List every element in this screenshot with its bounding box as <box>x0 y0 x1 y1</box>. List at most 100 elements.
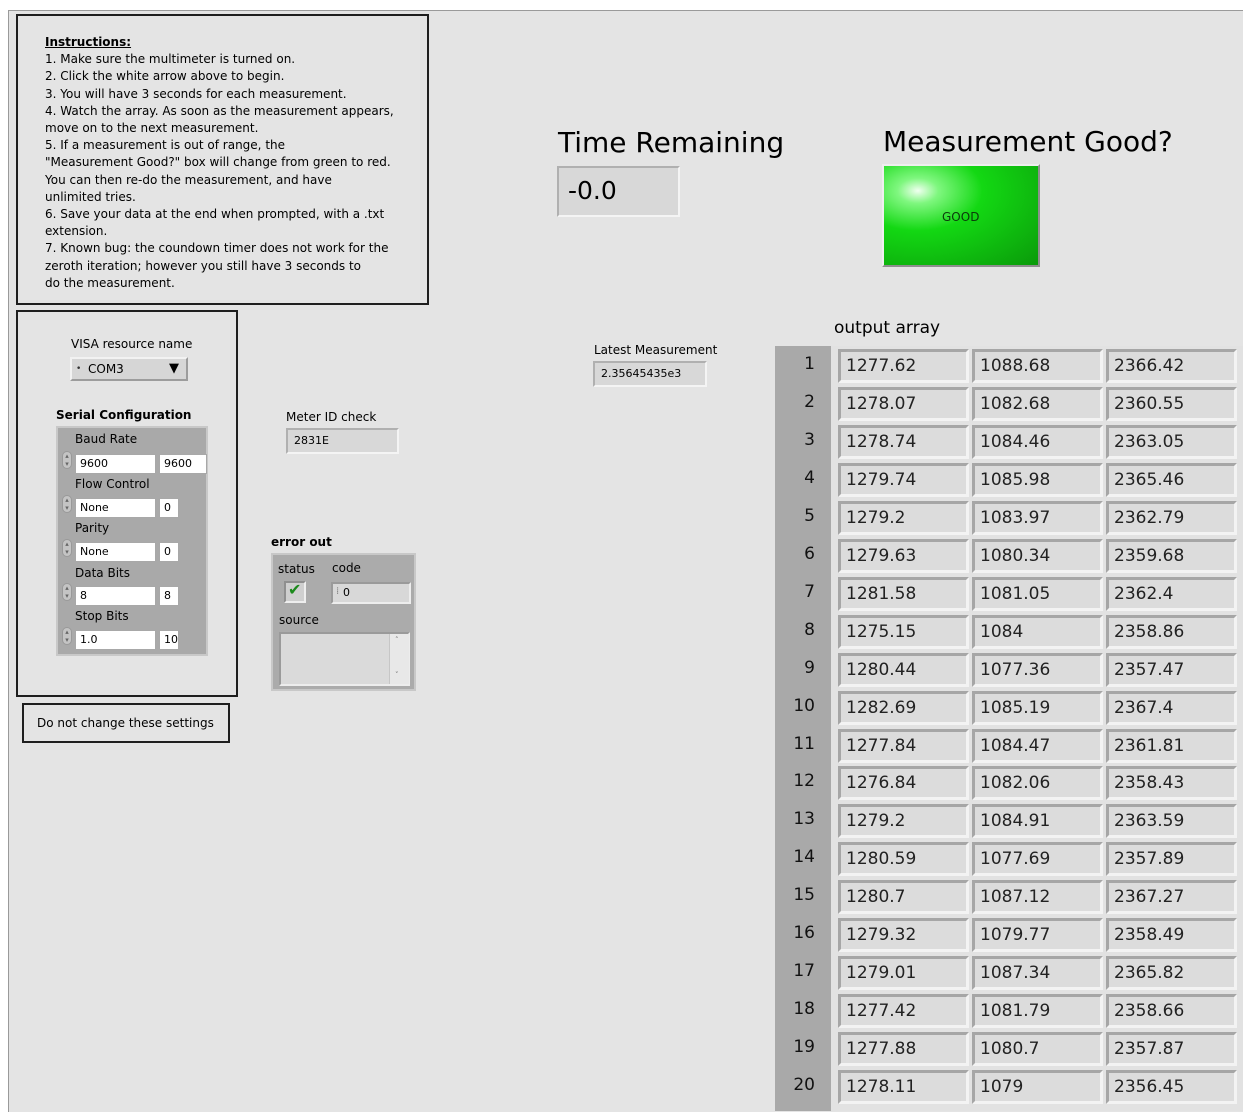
array-index-column <box>775 346 831 1111</box>
array-index[interactable]: 5 <box>761 506 815 526</box>
array-cell: 1084.46 <box>972 425 1103 459</box>
array-index[interactable]: 6 <box>761 544 815 564</box>
array-cell: 2367.4 <box>1106 691 1237 725</box>
measurement-good-text: GOOD <box>942 210 980 224</box>
measurement-good-indicator: GOOD <box>882 164 1040 267</box>
array-cell: 1085.19 <box>972 691 1103 725</box>
data-bits-input[interactable]: 8 <box>75 586 156 606</box>
array-index[interactable]: 2 <box>761 392 815 412</box>
stop-bits-value: 10 <box>159 630 179 650</box>
scroll-down-icon[interactable]: ˅ <box>395 671 399 679</box>
array-index[interactable]: 19 <box>761 1037 815 1057</box>
serial-config-title: Serial Configuration <box>56 408 192 422</box>
parity-label: Parity <box>75 521 110 535</box>
stop-bits-input[interactable]: 1.0 <box>75 630 156 650</box>
array-cell: 2358.66 <box>1106 994 1237 1028</box>
instruction-line: 6. Save your data at the end when prompt… <box>45 207 385 222</box>
scroll-up-icon[interactable]: ˄ <box>395 636 399 644</box>
flow-control-spinner[interactable]: ▴ ▾ <box>62 495 72 513</box>
array-index[interactable]: 4 <box>761 468 815 488</box>
array-index[interactable]: 8 <box>761 620 815 640</box>
source-label: source <box>279 613 319 627</box>
visa-resource-select[interactable]: • COM3 ▼ <box>70 357 188 381</box>
array-cell: 1279.63 <box>838 539 969 573</box>
instruction-line: unlimited tries. <box>45 189 136 204</box>
array-cell: 2362.4 <box>1106 577 1237 611</box>
array-index[interactable]: 18 <box>761 999 815 1019</box>
instruction-line: "Measurement Good?" box will change from… <box>45 155 391 170</box>
array-index[interactable]: 7 <box>761 582 815 602</box>
array-cell: 2363.05 <box>1106 425 1237 459</box>
instructions-box: Instructions: 1. Make sure the multimete… <box>16 14 429 305</box>
array-index[interactable]: 14 <box>761 847 815 867</box>
array-cell: 1085.98 <box>972 463 1103 497</box>
array-index[interactable]: 20 <box>761 1075 815 1095</box>
array-cell: 1282.69 <box>838 691 969 725</box>
array-cell: 2365.82 <box>1106 956 1237 990</box>
array-cell: 1079 <box>972 1070 1103 1104</box>
array-cell: 1077.69 <box>972 842 1103 876</box>
array-index[interactable]: 16 <box>761 923 815 943</box>
checkmark-icon: ✔ <box>288 580 302 599</box>
array-cell: 2363.59 <box>1106 804 1237 838</box>
data-bits-spinner[interactable]: ▴ ▾ <box>62 583 72 601</box>
array-cell: 1277.62 <box>838 349 969 383</box>
array-cell: 1081.05 <box>972 577 1103 611</box>
time-remaining-value: -0.0 <box>557 166 680 217</box>
flow-control-select[interactable]: None <box>75 498 156 518</box>
parity-select[interactable]: None <box>75 542 156 562</box>
stop-bits-spinner[interactable]: ▴ ▾ <box>62 627 72 645</box>
data-bits-value: 8 <box>159 586 179 606</box>
baud-rate-spinner[interactable]: ▴ ▾ <box>62 451 72 469</box>
array-cell: 2357.87 <box>1106 1032 1237 1066</box>
status-label: status <box>278 562 315 576</box>
instruction-line: zeroth iteration; however you still have… <box>45 258 362 273</box>
instructions-title: Instructions: <box>45 35 132 49</box>
parity-value: 0 <box>159 542 179 562</box>
array-cell: 1279.2 <box>838 501 969 535</box>
array-index[interactable]: 17 <box>761 961 815 981</box>
array-cell: 1279.32 <box>838 918 969 952</box>
array-index[interactable]: 12 <box>761 771 815 791</box>
array-index[interactable]: 9 <box>761 658 815 678</box>
visa-browse-icon[interactable]: • <box>76 364 81 374</box>
array-index[interactable]: 13 <box>761 809 815 829</box>
baud-rate-input[interactable]: 9600 <box>75 454 156 474</box>
settings-note: Do not change these settings <box>22 703 230 743</box>
array-cell: 1279.2 <box>838 804 969 838</box>
array-cell: 1279.74 <box>838 463 969 497</box>
source-textarea[interactable]: ˄ ˅ <box>279 632 410 686</box>
instruction-line: You can then re-do the measurement, and … <box>45 172 332 187</box>
array-index[interactable]: 1 <box>761 354 815 374</box>
array-cell: 1084.91 <box>972 804 1103 838</box>
array-cell: 2357.47 <box>1106 653 1237 687</box>
instruction-line: extension. <box>45 224 108 239</box>
array-cell: 1280.7 <box>838 880 969 914</box>
array-cell: 2366.42 <box>1106 349 1237 383</box>
chevron-down-icon[interactable]: ▼ <box>162 359 186 379</box>
flow-control-value: 0 <box>159 498 179 518</box>
meter-id-value: 2831E <box>286 428 399 454</box>
source-scrollbar[interactable]: ˄ ˅ <box>389 634 409 684</box>
code-spinner-icon: ⁞ <box>336 586 340 597</box>
array-cell: 2358.49 <box>1106 918 1237 952</box>
array-index[interactable]: 11 <box>761 734 815 754</box>
array-index[interactable]: 3 <box>761 430 815 450</box>
array-cell: 2358.43 <box>1106 766 1237 800</box>
latest-measurement-label: Latest Measurement <box>594 343 718 357</box>
array-cell: 1277.88 <box>838 1032 969 1066</box>
data-bits-label: Data Bits <box>75 566 130 580</box>
array-cell: 1083.97 <box>972 501 1103 535</box>
status-indicator: ✔ <box>284 580 306 603</box>
array-cell: 2358.86 <box>1106 615 1237 649</box>
array-index[interactable]: 15 <box>761 885 815 905</box>
array-cell: 1082.06 <box>972 766 1103 800</box>
time-remaining-label: Time Remaining <box>558 126 785 159</box>
instruction-line: 1. Make sure the multimeter is turned on… <box>45 52 296 67</box>
array-cell: 1082.68 <box>972 387 1103 421</box>
array-cell: 1084 <box>972 615 1103 649</box>
array-index[interactable]: 10 <box>761 696 815 716</box>
parity-spinner[interactable]: ▴ ▾ <box>62 539 72 557</box>
array-cell: 2357.89 <box>1106 842 1237 876</box>
instruction-line: 7. Known bug: the coundown timer does no… <box>45 241 389 256</box>
